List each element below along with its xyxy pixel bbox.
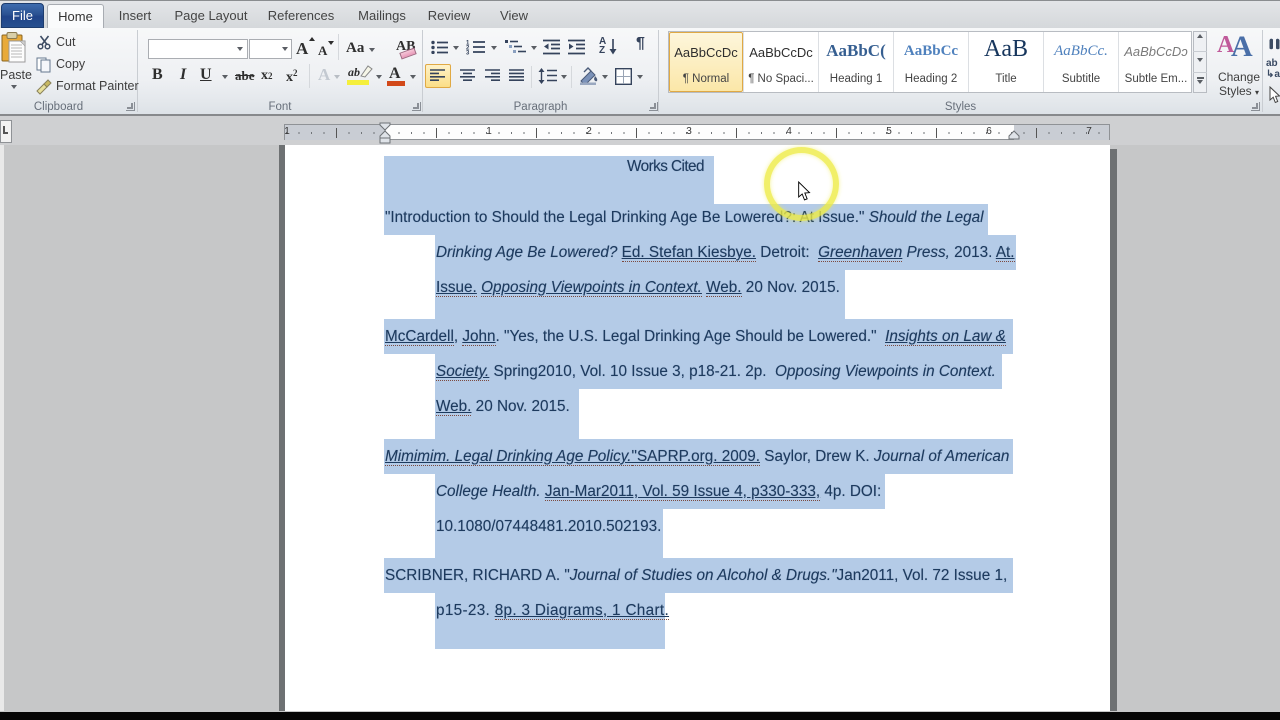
svg-text:3: 3: [466, 51, 470, 56]
